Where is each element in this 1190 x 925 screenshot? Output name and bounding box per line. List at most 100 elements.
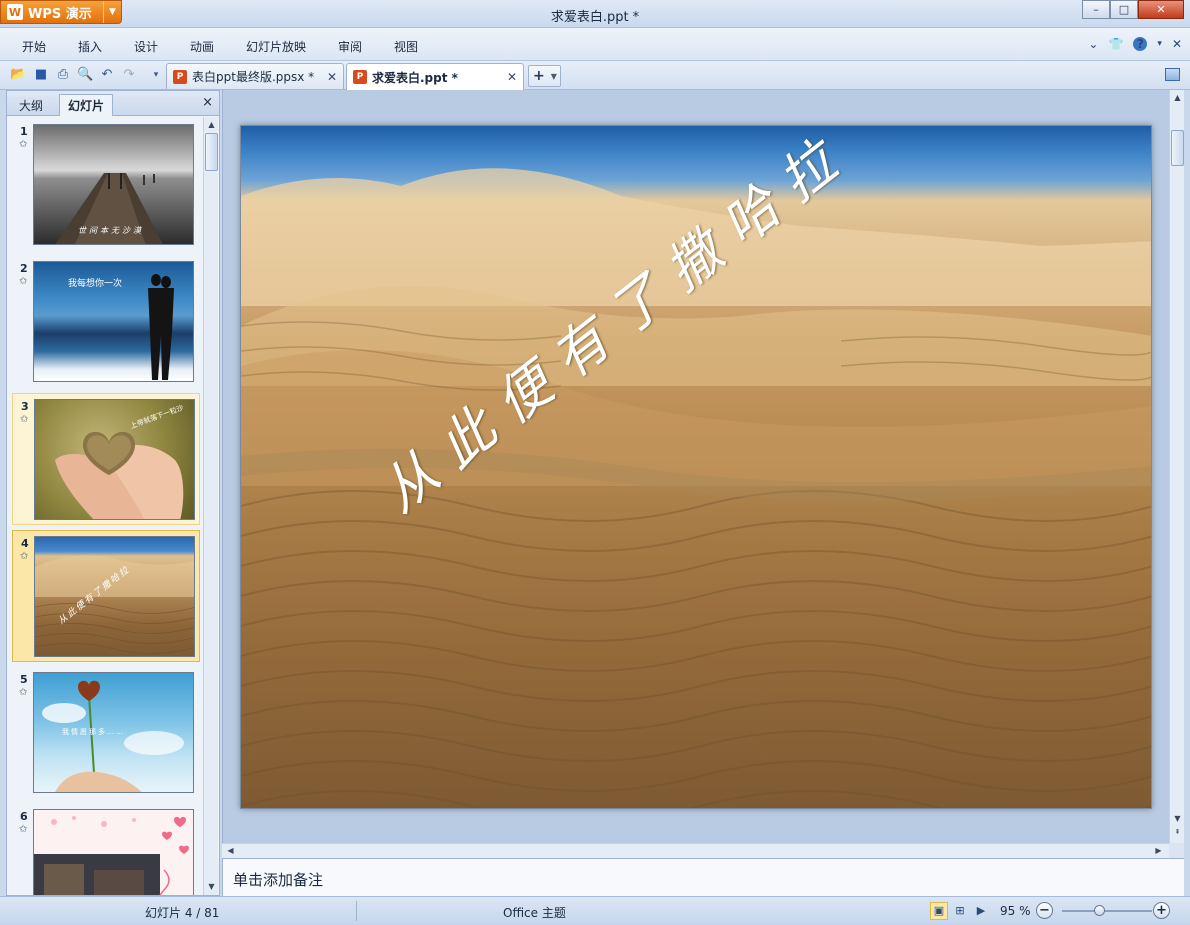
zoom-slider-track[interactable]: [1062, 910, 1152, 912]
menu-item-view[interactable]: 视图: [394, 38, 418, 55]
slideshow-icon[interactable]: ▶: [972, 902, 990, 920]
menu-item-insert[interactable]: 插入: [78, 38, 102, 55]
menu-item-home[interactable]: 开始: [22, 38, 46, 55]
scroll-right-icon[interactable]: ▶: [1152, 844, 1165, 857]
close-document-icon[interactable]: ✕: [1172, 37, 1182, 51]
skin-shirt-icon[interactable]: 👕: [1108, 37, 1123, 51]
slide-number: 1: [20, 125, 28, 138]
menu-bar: 开始 插入 设计 动画 幻灯片放映 审阅 视图 ⌄ 👕 ? ▾ ✕: [0, 28, 1190, 61]
help-icon[interactable]: ?: [1133, 37, 1148, 51]
slide-sorter-icon[interactable]: ⊞: [951, 902, 969, 920]
status-divider: [356, 901, 357, 921]
slide-thumbnail-list: 1 ✩ 世间本无沙漠 2 ✩ 我每想你一次 3 ✩ 上帝就落下一粒沙 4 ✩ 从…: [7, 117, 203, 895]
transition-star-icon: ✩: [19, 139, 28, 150]
scroll-down-icon[interactable]: ▼: [1171, 812, 1184, 825]
scroll-up-icon[interactable]: ▲: [1171, 91, 1184, 104]
close-tab-icon[interactable]: ✕: [507, 70, 517, 84]
scroll-left-icon[interactable]: ◀: [224, 844, 237, 857]
ppt-file-icon: P: [173, 69, 187, 84]
scroll-up-icon[interactable]: ▲: [205, 118, 218, 131]
slide-5-image: 我情愿那多……: [33, 672, 194, 793]
tab-slides[interactable]: 幻灯片: [59, 94, 114, 116]
minimize-button[interactable]: –: [1082, 0, 1110, 19]
slide-number: 5: [20, 673, 28, 686]
hands-sand-heart: [55, 431, 184, 519]
slide-6-image: [33, 809, 194, 895]
slide-1-caption: 世间本无沙漠: [78, 226, 144, 235]
slide-3-image: 上帝就落下一粒沙: [34, 399, 195, 520]
open-folder-icon[interactable]: 📂: [10, 67, 26, 83]
normal-view-icon[interactable]: ▣: [930, 902, 948, 920]
slide-number: 6: [20, 810, 28, 823]
scrollbar-thumb[interactable]: [205, 133, 218, 171]
print-preview-icon[interactable]: 🔍: [77, 67, 93, 83]
transition-star-icon: ✩: [20, 551, 29, 562]
theme-name[interactable]: Office 主题: [503, 904, 566, 921]
chevron-down-icon[interactable]: ⌄: [1088, 37, 1098, 51]
menu-item-design[interactable]: 设计: [134, 38, 158, 55]
quick-access-toolbar: 📂 ■ ⎙ 🔍 ↶ ↷ ▾ P 表白ppt最终版.ppsx * ✕ P 求爱表白…: [0, 61, 1190, 90]
print-icon[interactable]: ⎙: [55, 67, 71, 83]
transition-star-icon: ✩: [20, 414, 29, 425]
slide-thumbnail-3[interactable]: 3 ✩ 上帝就落下一粒沙: [12, 393, 200, 525]
plus-icon: +: [533, 68, 545, 84]
slide-thumbnail-4[interactable]: 4 ✩ 从此便有了撒哈拉: [12, 530, 200, 662]
current-slide[interactable]: 从此便有了撒哈拉: [240, 125, 1152, 809]
transition-star-icon: ✩: [19, 687, 28, 698]
menu-item-review[interactable]: 审阅: [338, 38, 362, 55]
slide-counter: 幻灯片 4 / 81: [145, 906, 220, 920]
hearts-photo: [34, 816, 189, 895]
close-panel-icon[interactable]: ×: [202, 95, 213, 110]
doc-tab-1[interactable]: P 表白ppt最终版.ppsx * ✕: [166, 63, 344, 89]
zoom-level[interactable]: 95 %: [1000, 904, 1031, 918]
editor-vertical-scrollbar[interactable]: ▲ ▼ ⇞: [1169, 90, 1184, 843]
status-bar: 幻灯片 4 / 81 Office 主题 ▣ ⊞ ▶ 95 % − +: [0, 896, 1190, 925]
zoom-out-button[interactable]: −: [1036, 902, 1053, 919]
desert-dunes: [35, 555, 194, 654]
slide-1-image: 世间本无沙漠: [33, 124, 194, 245]
slide-2-caption: 我每想你一次: [68, 279, 123, 289]
transition-star-icon: ✩: [19, 276, 28, 287]
doc-tab-label: 表白ppt最终版.ppsx *: [192, 70, 315, 84]
menu-item-animation[interactable]: 动画: [190, 38, 214, 55]
slide-thumbnail-1[interactable]: 1 ✩ 世间本无沙漠: [12, 119, 200, 251]
chevron-down-icon[interactable]: ▼: [551, 72, 557, 81]
maximize-button[interactable]: □: [1110, 0, 1138, 19]
slide-panel: 大纲 幻灯片 × 1 ✩ 世间本无沙漠 2 ✩ 我每想你一次 3 ✩ 上帝就落下…: [6, 90, 220, 896]
chevron-down-icon[interactable]: ▾: [1157, 39, 1162, 49]
redo-icon[interactable]: ↷: [121, 67, 137, 83]
slide-thumbnail-5[interactable]: 5 ✩ 我情愿那多……: [12, 667, 200, 799]
zoom-in-button[interactable]: +: [1153, 902, 1170, 919]
editor-horizontal-scrollbar[interactable]: ◀ ▶: [222, 843, 1169, 858]
slide-thumbnail-6[interactable]: 6 ✩: [12, 804, 200, 895]
slide-5-caption: 我情愿那多……: [62, 728, 125, 736]
zoom-slider-handle[interactable]: [1094, 905, 1105, 916]
new-tab-button[interactable]: + ▼: [528, 65, 561, 87]
slide-number: 4: [21, 537, 29, 550]
ppt-file-icon: P: [353, 70, 367, 84]
scroll-down-icon[interactable]: ▼: [205, 880, 218, 893]
previous-slide-icon[interactable]: ⇞: [1171, 826, 1184, 839]
notes-pane[interactable]: 单击添加备注: [222, 858, 1184, 896]
close-tab-icon[interactable]: ✕: [327, 70, 337, 84]
tab-outline[interactable]: 大纲: [11, 94, 51, 116]
scroll-corner: [1169, 843, 1184, 858]
save-icon[interactable]: ■: [33, 67, 49, 83]
slide-editor: 从此便有了撒哈拉: [222, 90, 1169, 843]
panel-tabs: 大纲 幻灯片 ×: [7, 91, 219, 116]
slide-number: 2: [20, 262, 28, 275]
close-window-button[interactable]: ✕: [1138, 0, 1184, 19]
transition-star-icon: ✩: [19, 824, 28, 835]
doc-tab-2[interactable]: P 求爱表白.ppt * ✕: [346, 63, 524, 90]
customize-toolbar-icon[interactable]: ▾: [148, 67, 164, 83]
menu-item-slideshow[interactable]: 幻灯片放映: [246, 38, 306, 55]
notes-placeholder[interactable]: 单击添加备注: [233, 869, 323, 890]
doc-tab-label: 求爱表白.ppt *: [372, 70, 458, 85]
window-layout-icon[interactable]: [1165, 68, 1180, 81]
slide-panel-scrollbar[interactable]: ▲ ▼: [203, 117, 218, 895]
undo-icon[interactable]: ↶: [99, 67, 115, 83]
scrollbar-thumb[interactable]: [1171, 130, 1184, 166]
title-bar: W WPS 演示 ▼ 求爱表白.ppt * – □ ✕: [0, 0, 1190, 28]
slide-thumbnail-2[interactable]: 2 ✩ 我每想你一次: [12, 256, 200, 388]
slide-2-image: 我每想你一次: [33, 261, 194, 382]
